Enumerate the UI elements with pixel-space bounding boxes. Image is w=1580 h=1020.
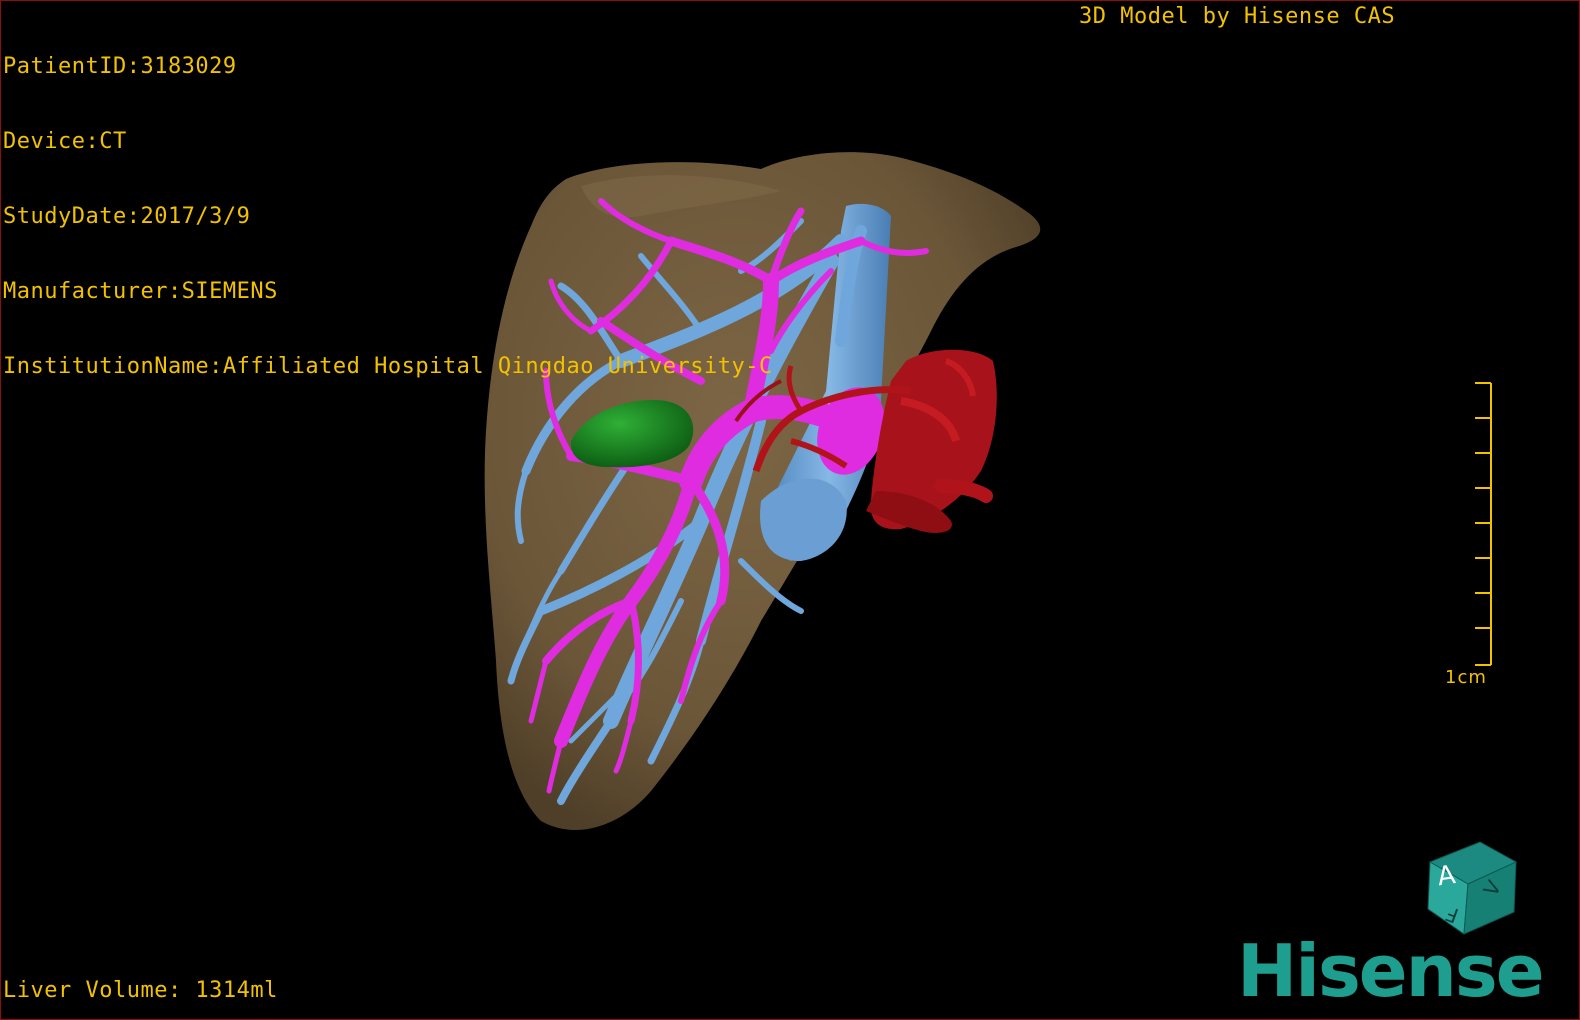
scale-bar xyxy=(1475,382,1492,666)
institution-text: InstitutionName:Affiliated Hospital Qing… xyxy=(3,354,773,379)
model-credit-text: 3D Model by Hisense CAS xyxy=(1079,4,1396,29)
liver-volume-text: Liver Volume: 1314ml xyxy=(3,978,278,1003)
caudate-venous-mass xyxy=(760,478,847,561)
device-text: Device:CT xyxy=(3,129,127,154)
orientation-cube[interactable]: A F V xyxy=(1416,834,1526,939)
render-viewport[interactable]: PatientID:3183029 Device:CT StudyDate:20… xyxy=(0,0,1580,1020)
scale-bar-label: 1cm xyxy=(1445,667,1487,688)
patient-id-text: PatientID:3183029 xyxy=(3,54,237,79)
manufacturer-text: Manufacturer:SIEMENS xyxy=(3,279,278,304)
hisense-logo: Hisense xyxy=(1237,929,1545,1013)
dicom-metadata-overlay: PatientID:3183029 Device:CT StudyDate:20… xyxy=(3,4,773,429)
study-date-text: StudyDate:2017/3/9 xyxy=(3,204,251,229)
